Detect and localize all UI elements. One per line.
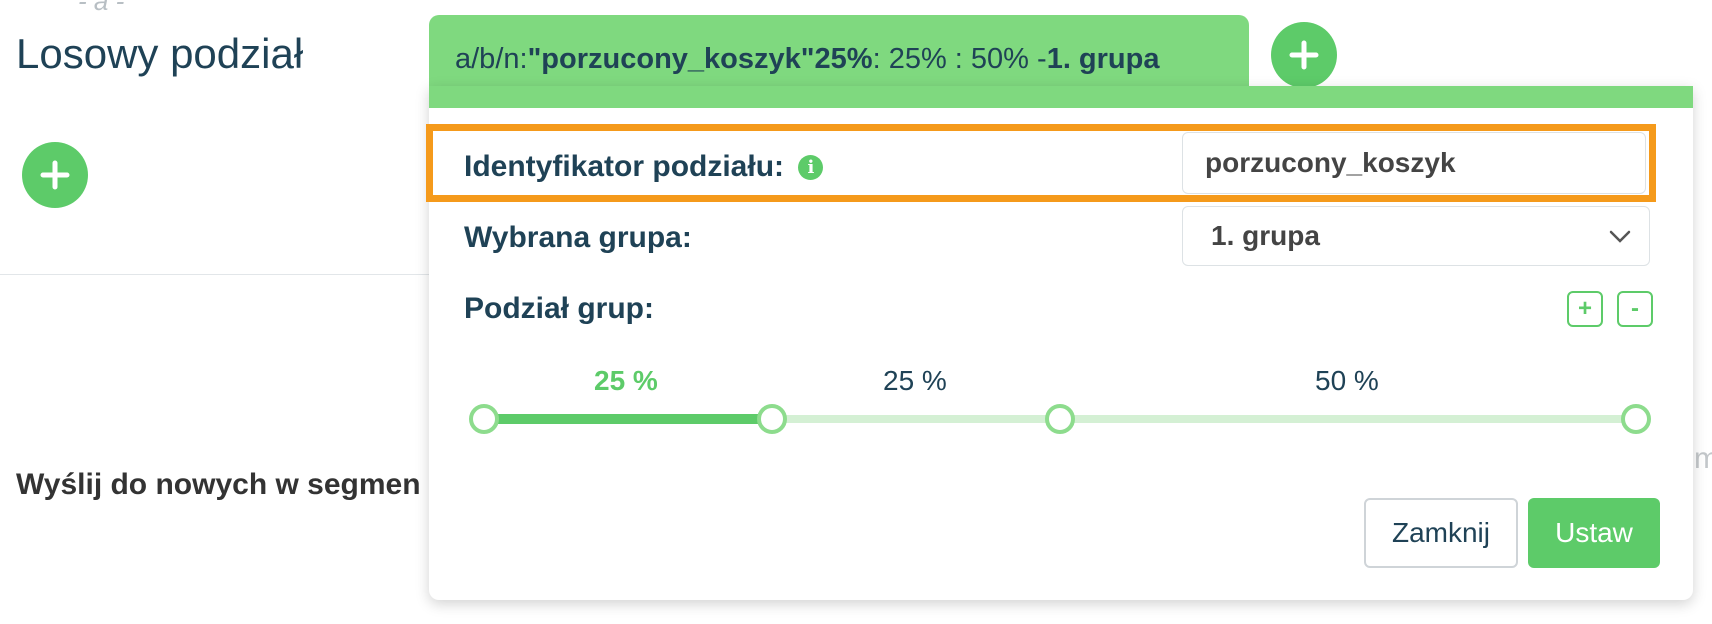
- chevron-down-icon: [1609, 230, 1631, 243]
- close-button[interactable]: Zamknij: [1364, 498, 1518, 568]
- info-icon[interactable]: i: [798, 155, 824, 180]
- tab-group: 1. grupa: [1046, 42, 1160, 75]
- selected-group-value: 1. grupa: [1211, 220, 1320, 251]
- plus-icon: [1289, 40, 1319, 70]
- tab-active-percent: 25%: [814, 42, 873, 75]
- split-percent-3: 50 %: [1315, 365, 1379, 396]
- slider-handle-end[interactable]: [1621, 404, 1651, 434]
- add-group-button[interactable]: +: [1567, 291, 1603, 327]
- split-slider-fill-active: [484, 414, 772, 424]
- split-percent-2: 25 %: [883, 365, 947, 396]
- page-title: Losowy podział: [16, 30, 304, 77]
- selected-group-label: Wybrana grupa:: [464, 221, 692, 254]
- background-edge-text: m: [1694, 442, 1712, 475]
- split-id-input[interactable]: [1203, 146, 1645, 180]
- group-split-label: Podział grup:: [464, 292, 654, 325]
- split-id-label-text: Identyfikator podziału:: [464, 150, 785, 183]
- tab-percent-rest: : 25% : 50% -: [872, 42, 1047, 75]
- set-button[interactable]: Ustaw: [1528, 498, 1660, 568]
- divider: [0, 274, 460, 275]
- tab-split-id: "porzucony_koszyk": [527, 42, 815, 75]
- remove-group-button[interactable]: -: [1617, 291, 1653, 327]
- split-id-label: Identyfikator podziału: i: [464, 150, 824, 184]
- slider-handle-1[interactable]: [757, 404, 787, 434]
- slider-handle-2[interactable]: [1045, 404, 1075, 434]
- add-split-button[interactable]: [22, 142, 88, 208]
- send-to-new-label: Wyślij do nowych w segmen: [16, 468, 421, 501]
- split-percent-1: 25 %: [594, 365, 658, 396]
- selected-group-select[interactable]: 1. grupa: [1182, 206, 1650, 266]
- slider-handle-start[interactable]: [469, 404, 499, 434]
- tab-prefix: a/b/n:: [455, 42, 528, 75]
- add-tab-button[interactable]: [1271, 22, 1337, 88]
- background-hint: - a -: [78, 0, 125, 16]
- split-id-field[interactable]: [1182, 132, 1646, 194]
- plus-icon: [40, 160, 70, 190]
